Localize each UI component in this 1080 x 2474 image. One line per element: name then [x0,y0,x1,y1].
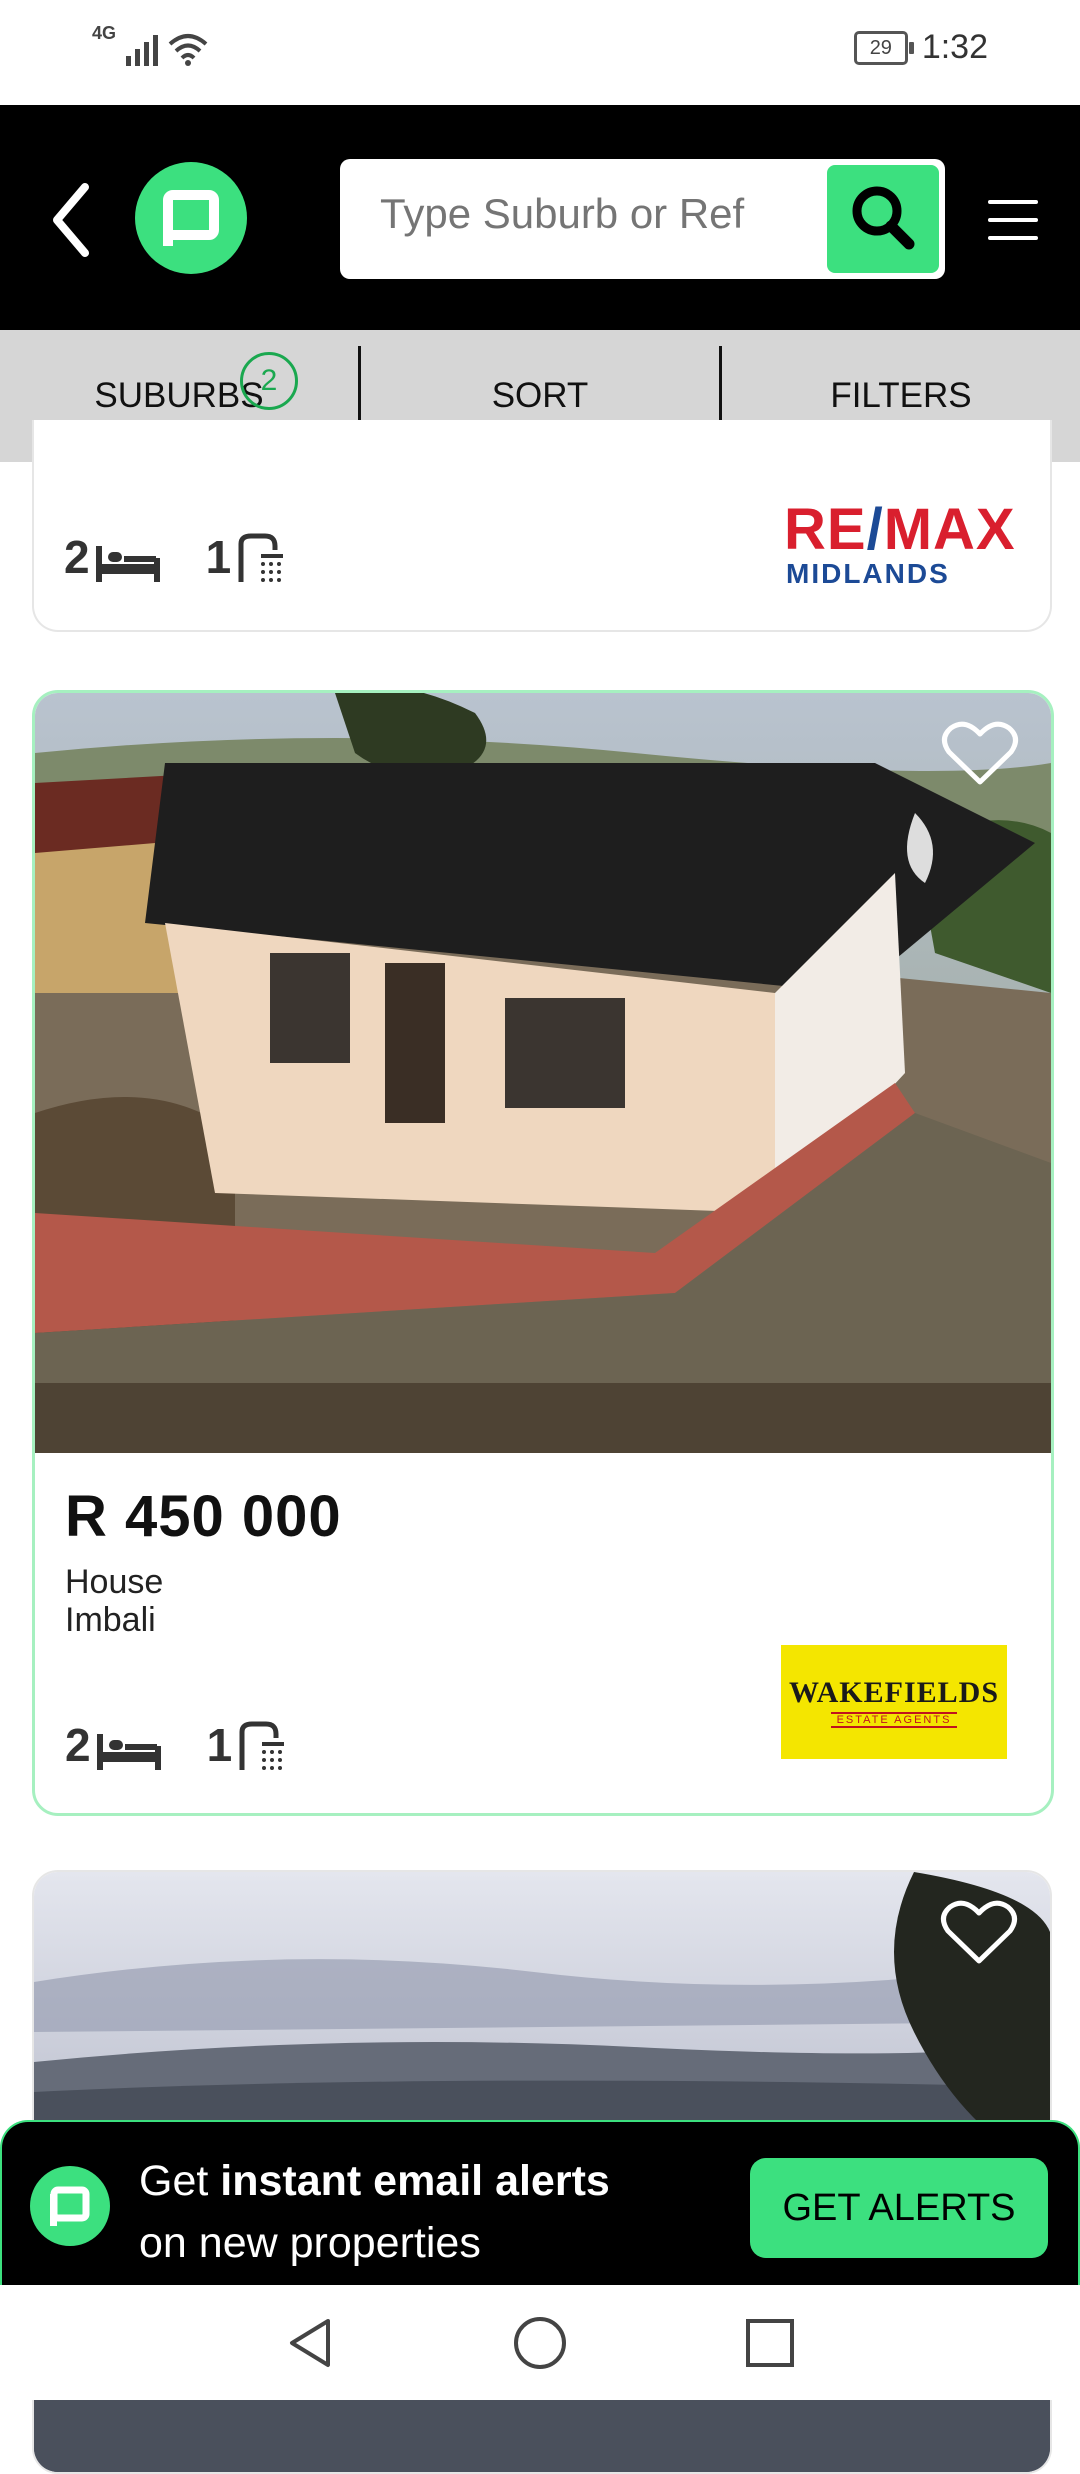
app-logo-icon[interactable] [135,162,247,274]
clock: 1:32 [921,28,988,66]
signal-icon [126,30,159,66]
app-header [0,105,1080,330]
remax-text-max: MAX [883,497,1016,562]
hamburger-menu-icon[interactable] [988,200,1038,240]
remax-text-slash: / [866,497,884,562]
listing-price: R 450 000 [65,1484,342,1549]
alert-text-prefix: Get [139,2157,221,2205]
battery-icon: 29 [853,30,914,65]
nav-home-icon[interactable] [510,2313,570,2373]
beds-count: 2 [64,531,90,583]
sort-label: SORT [491,376,589,415]
remax-subtext: MIDLANDS [786,558,950,589]
email-alert-banner: Get instant email alerts on new properti… [0,2120,1080,2285]
network-type: 4G [92,23,117,43]
nav-recents-icon[interactable] [740,2313,800,2373]
bed-icon [95,546,160,582]
suburbs-count-badge: 2 [240,352,298,410]
search-input[interactable] [378,189,782,239]
baths-count: 1 [205,531,232,583]
beds-feature: 2 [65,1718,165,1772]
system-nav-bar [0,2285,1080,2400]
back-arrow-icon[interactable] [45,175,105,265]
listing-suburb: Imbali [65,1601,156,1639]
wifi-icon [168,34,208,66]
listing-photo[interactable] [35,693,1051,1453]
baths-count: 1 [206,1719,233,1771]
beds-count: 2 [65,1719,91,1771]
listing-type: House [65,1563,164,1601]
baths-feature: 1 [207,1718,287,1772]
baths-feature: 1 [206,530,286,584]
agency-logo-wakefields: WAKEFIELDS ESTATE AGENTS [781,1645,1007,1759]
filters-label: FILTERS [830,376,972,415]
alert-text-line2: on new properties [139,2219,481,2267]
status-left: 4G [92,23,208,66]
status-bar: 4G 29 1:32 [0,0,1080,105]
listing-card[interactable]: 2 1 RE/MAX MIDLANDS [32,420,1052,632]
shower-icon [239,1721,285,1770]
search-box [340,159,945,279]
search-button[interactable] [827,165,939,273]
nav-back-icon[interactable] [280,2313,340,2373]
alert-text-bold: instant email alerts [220,2157,610,2205]
suburbs-label: SUBURBS [94,376,264,415]
bed-icon [96,1734,161,1770]
app-logo-icon [30,2166,110,2246]
status-right: 29 1:32 [853,28,988,67]
agency-logo-remax: RE/MAX MIDLANDS [784,501,1016,590]
heart-icon[interactable] [940,1897,1018,1967]
remax-text-re: RE [784,497,867,562]
heart-icon[interactable] [941,718,1019,788]
wakefields-subtext: ESTATE AGENTS [830,1712,958,1728]
listing-features: 2 1 [65,1718,286,1772]
listing-features: 2 1 [64,530,285,584]
alert-message: Get instant email alerts on new properti… [139,2150,610,2274]
beds-feature: 2 [64,530,164,584]
search-icon [852,186,915,250]
shower-icon [238,533,284,582]
wakefields-name: WAKEFIELDS [788,1676,1000,1709]
listing-card[interactable]: R 450 000 House Imbali 2 1 WAKEFIELDS ES… [32,690,1054,1816]
get-alerts-button[interactable]: GET ALERTS [750,2158,1048,2258]
